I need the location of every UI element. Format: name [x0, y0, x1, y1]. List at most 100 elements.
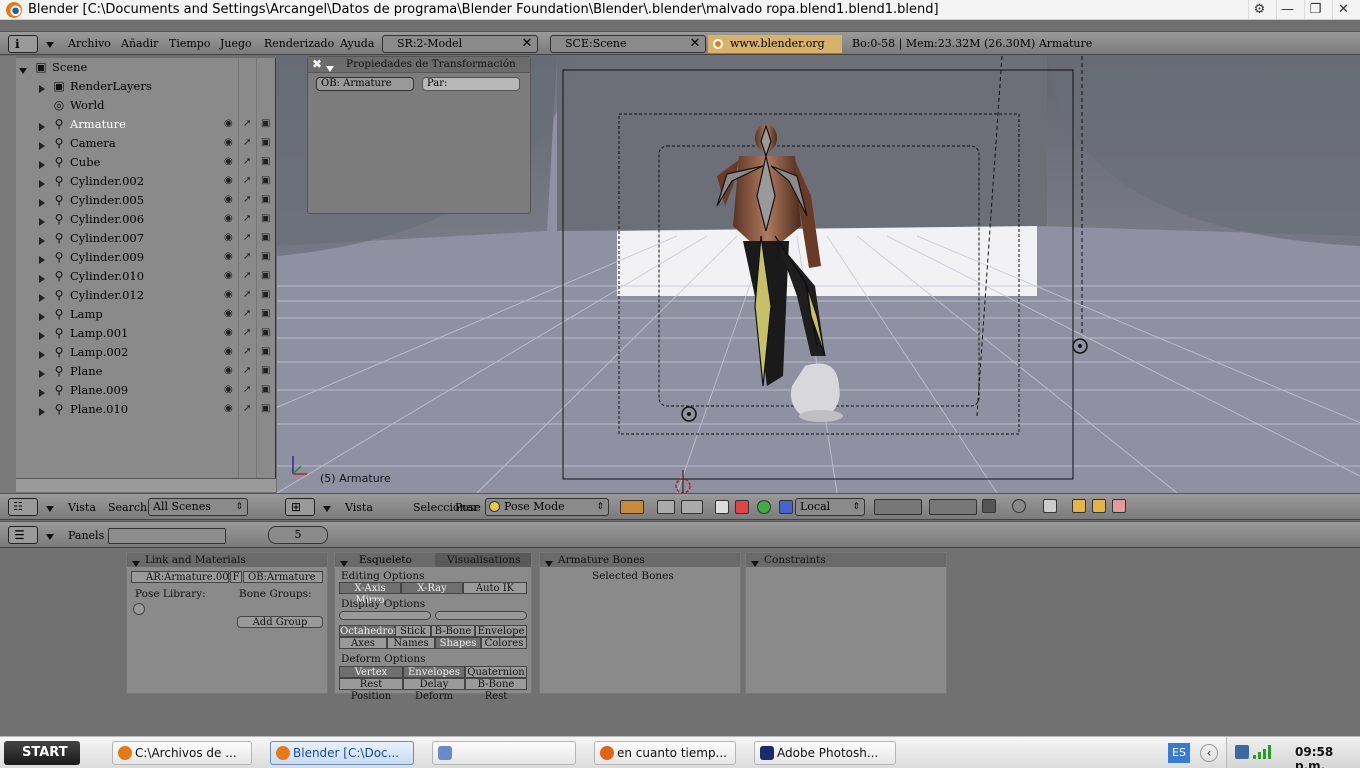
selectable-arrow-icon[interactable]: ➚ — [243, 213, 251, 224]
object-name-field[interactable]: OB:Armature — [243, 571, 323, 583]
colores-button[interactable]: Colores — [481, 637, 527, 649]
mode-select[interactable]: Pose Mode ⇕ — [485, 498, 609, 516]
outliner-row[interactable]: ⚲ Cylinder.007 ◉ ➚ ▣ — [16, 229, 276, 248]
expand-icon[interactable] — [39, 196, 45, 210]
restore-icon[interactable]: ❐ — [1304, 0, 1326, 19]
quaternion-button[interactable]: Quaternion — [465, 666, 527, 678]
task-photoshop[interactable]: Adobe Photosh... — [754, 741, 896, 765]
header-collapse-icon[interactable] — [46, 502, 54, 516]
window-type-menu[interactable]: ☰ — [8, 526, 38, 544]
outliner-scene-row[interactable]: ▣ Scene — [16, 58, 276, 77]
visibility-eye-icon[interactable]: ◉ — [224, 289, 233, 300]
render-preview-icon[interactable] — [1043, 499, 1057, 513]
selectable-arrow-icon[interactable]: ➚ — [243, 384, 251, 395]
users-icon[interactable] — [1235, 745, 1249, 759]
panels-label[interactable]: Panels — [68, 529, 104, 543]
menu-tiempo[interactable]: Tiempo — [169, 37, 210, 51]
visibility-eye-icon[interactable]: ◉ — [224, 308, 233, 319]
selectable-arrow-icon[interactable]: ➚ — [243, 251, 251, 262]
selectable-arrow-icon[interactable]: ➚ — [243, 156, 251, 167]
vertex-group-button[interactable]: Vertex Group — [339, 666, 403, 690]
expand-icon[interactable] — [19, 63, 27, 77]
expand-icon[interactable] — [39, 234, 45, 248]
renderable-icon[interactable]: ▣ — [261, 270, 270, 281]
outliner-row[interactable]: ◎ World — [16, 96, 276, 115]
renderable-icon[interactable]: ▣ — [261, 365, 270, 376]
signal-icon[interactable] — [1253, 745, 1271, 759]
paste-flipped-icon[interactable] — [1112, 499, 1126, 513]
renderable-icon[interactable]: ▣ — [261, 118, 270, 129]
menu-pose[interactable]: Pose — [455, 501, 481, 515]
expand-icon[interactable] — [39, 139, 45, 153]
task-explorer[interactable]: C:\Archivos de ... — [112, 741, 252, 765]
menu-vista[interactable]: Vista — [345, 501, 373, 515]
start-button[interactable]: START — [4, 741, 80, 765]
layers-group-2[interactable] — [929, 499, 977, 515]
menu-archivo[interactable]: Archivo — [68, 37, 111, 51]
visibility-eye-icon[interactable]: ◉ — [224, 175, 233, 186]
outliner-row[interactable]: ⚲ Cylinder.012 ◉ ➚ ▣ — [16, 286, 276, 305]
constraints-header[interactable]: Constraints — [746, 553, 946, 567]
scale-icon[interactable] — [779, 500, 793, 514]
menu-search[interactable]: Search — [108, 501, 147, 515]
window-type-menu[interactable]: ⊞ — [285, 498, 315, 516]
window-type-menu[interactable]: ℹ — [8, 35, 38, 53]
manipulator-icon[interactable] — [1012, 499, 1026, 513]
selectable-arrow-icon[interactable]: ➚ — [243, 232, 251, 243]
task-blender[interactable]: Blender [C:\Doc... — [270, 741, 414, 765]
close-icon[interactable]: ✕ — [1332, 0, 1354, 19]
scene-delete-icon[interactable]: ✕ — [688, 36, 702, 52]
names-button[interactable]: Names — [387, 637, 435, 649]
expand-icon[interactable] — [39, 215, 45, 229]
screen-selector[interactable]: SR:2-Model — [382, 35, 538, 53]
tab-esqueleto[interactable]: Esqueleto — [335, 553, 435, 567]
visibility-eye-icon[interactable]: ◉ — [224, 194, 233, 205]
armature-bones-header[interactable]: Armature Bones — [540, 553, 740, 567]
pose-library-browse[interactable] — [133, 603, 145, 615]
collapse-icon[interactable] — [340, 557, 348, 571]
selectable-arrow-icon[interactable]: ➚ — [243, 194, 251, 205]
orientation-select[interactable]: Local ⇕ — [795, 498, 865, 516]
renderable-icon[interactable]: ▣ — [261, 232, 270, 243]
envelopes-button[interactable]: Envelopes — [403, 666, 465, 678]
selectable-arrow-icon[interactable]: ➚ — [243, 327, 251, 338]
outliner-scrollbar[interactable] — [16, 478, 276, 492]
b-bone-rest-button[interactable]: B-Bone Rest — [465, 678, 527, 702]
header-collapse-icon[interactable] — [46, 530, 54, 544]
menu-renderizado[interactable]: Renderizado — [264, 37, 334, 51]
expand-icon[interactable] — [39, 386, 45, 400]
renderable-icon[interactable]: ▣ — [261, 384, 270, 395]
shapes-button[interactable]: Shapes — [435, 637, 481, 649]
outliner-filter-select[interactable]: All Scenes ⇕ — [148, 498, 248, 516]
envelope-button[interactable]: Envelope — [475, 625, 527, 637]
outliner-row[interactable]: ⚲ Armature ◉ ➚ ▣ — [16, 115, 276, 134]
delay-deform-button[interactable]: Delay Deform — [403, 678, 465, 702]
visibility-eye-icon[interactable]: ◉ — [224, 384, 233, 395]
language-indicator[interactable]: ES — [1168, 743, 1190, 763]
visibility-eye-icon[interactable]: ◉ — [224, 232, 233, 243]
collapse-icon[interactable] — [751, 557, 759, 571]
bone-layers-1[interactable] — [339, 611, 431, 620]
axes-button[interactable]: Axes — [339, 637, 387, 649]
visibility-eye-icon[interactable]: ◉ — [224, 403, 233, 414]
outliner-row[interactable]: ▣ RenderLayers — [16, 77, 276, 96]
renderable-icon[interactable]: ▣ — [261, 137, 270, 148]
task-network[interactable] — [432, 741, 576, 765]
expand-icon[interactable] — [39, 367, 45, 381]
menu-ayuda[interactable]: Ayuda — [340, 37, 374, 51]
x-ray-button[interactable]: X-Ray — [401, 582, 463, 594]
scene-selector[interactable]: SCE:Scene — [550, 35, 706, 53]
visibility-eye-icon[interactable]: ◉ — [224, 346, 233, 357]
outliner-row[interactable]: ⚲ Cylinder.009 ◉ ➚ ▣ — [16, 248, 276, 267]
add-group-button[interactable]: Add Group — [237, 616, 323, 628]
outliner-row[interactable]: ⚲ Lamp.002 ◉ ➚ ▣ — [16, 343, 276, 362]
close-icon[interactable]: ✖ — [312, 57, 322, 71]
expand-icon[interactable] — [39, 329, 45, 343]
renderable-icon[interactable]: ▣ — [261, 308, 270, 319]
pivot-menu[interactable] — [657, 500, 675, 514]
expand-icon[interactable] — [39, 253, 45, 267]
renderable-icon[interactable]: ▣ — [261, 194, 270, 205]
link-materials-header[interactable]: Link and Materials — [127, 553, 327, 567]
stick-button[interactable]: Stick — [395, 625, 431, 637]
b-bone-button[interactable]: B-Bone — [431, 625, 475, 637]
